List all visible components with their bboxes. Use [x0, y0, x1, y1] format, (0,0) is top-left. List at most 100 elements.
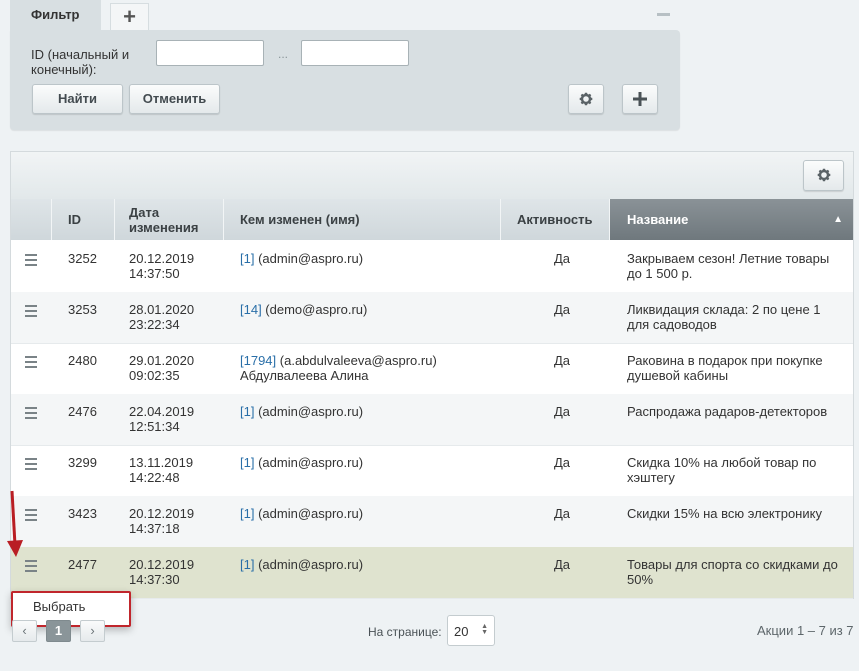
cell-date-time: 14:37:50: [129, 266, 180, 281]
cell-id: 3423: [68, 506, 97, 521]
cell-id: 3299: [68, 455, 97, 470]
cell-active: Да: [554, 404, 571, 419]
column-header-name[interactable]: Название ▲: [610, 199, 853, 240]
user-name: Абдулвалеева Алина: [240, 368, 369, 383]
user-email: (demo@aspro.ru): [261, 302, 368, 317]
column-header-modified-by[interactable]: Кем изменен (имя): [224, 199, 501, 240]
cancel-button[interactable]: Отменить: [129, 84, 220, 114]
cell-date-time: 14:37:30: [129, 572, 180, 587]
cell-id: 2480: [68, 353, 97, 368]
cell-date: 13.11.2019 14:22:48: [129, 455, 193, 485]
user-link[interactable]: [1]: [240, 455, 254, 470]
cell-date-time: 14:37:18: [129, 521, 180, 536]
user-link[interactable]: [1]: [240, 557, 254, 572]
column-header-id[interactable]: ID: [52, 199, 115, 240]
tab-filter[interactable]: Фильтр: [10, 0, 101, 30]
gear-icon: [579, 92, 593, 106]
cell-active: Да: [554, 557, 571, 572]
red-arrow-icon: [7, 490, 23, 557]
cell-active: Да: [554, 302, 571, 317]
column-header-actions: [11, 199, 52, 240]
id-from-input[interactable]: [156, 40, 264, 66]
column-header-date[interactable]: Дата изменения: [115, 199, 224, 240]
cell-modified-by: [1] (admin@aspro.ru): [240, 455, 500, 470]
add-filter-field-button[interactable]: [622, 84, 658, 114]
cell-date-time: 09:02:35: [129, 368, 180, 383]
chevron-right-icon: ›: [90, 623, 95, 638]
cell-id: 2477: [68, 557, 97, 572]
cell-date-day: 20.12.2019: [129, 506, 195, 521]
cell-date-time: 12:51:34: [129, 419, 180, 434]
row-menu-icon[interactable]: [25, 305, 37, 320]
cell-modified-by: [1] (admin@aspro.ru): [240, 404, 500, 419]
cell-date: 20.12.2019 14:37:50: [129, 251, 194, 281]
cell-date-day: 29.01.2020: [129, 353, 195, 368]
cell-modified-by: [14] (demo@aspro.ru): [240, 302, 500, 317]
table-row[interactable]: 3253 28.01.2020 23:22:34 [14] (demo@aspro.r…: [11, 292, 853, 344]
user-link[interactable]: [1]: [240, 251, 254, 266]
cell-modified-by: [1] (admin@aspro.ru): [240, 506, 500, 521]
user-email: (admin@aspro.ru): [254, 557, 364, 572]
row-menu-icon[interactable]: [25, 254, 37, 269]
row-menu-icon[interactable]: [25, 509, 37, 524]
cell-active: Да: [554, 251, 571, 266]
cell-active: Да: [554, 353, 571, 368]
user-link[interactable]: [1]: [240, 506, 254, 521]
current-page[interactable]: 1: [46, 620, 71, 642]
cell-name: Скидки 15% на всю электронику: [627, 506, 822, 521]
minimize-filter-button[interactable]: [657, 13, 670, 16]
user-email: (admin@aspro.ru): [254, 251, 364, 266]
cell-date-day: 22.04.2019: [129, 404, 195, 419]
add-filter-tab-button[interactable]: +: [110, 3, 149, 30]
table-row[interactable]: 3423 20.12.2019 14:37:18 [1] (admin@aspro.r…: [11, 496, 853, 548]
per-page-select[interactable]: 20 ▲ ▼: [447, 615, 495, 646]
user-link[interactable]: [14]: [240, 302, 262, 317]
list-container: ID Дата изменения Кем изменен (имя) Акти…: [10, 151, 854, 599]
gear-icon: [817, 168, 830, 182]
cell-name: Раковина в подарок при покупке душевой к…: [627, 353, 823, 383]
column-header-active[interactable]: Активность: [501, 199, 610, 240]
find-button[interactable]: Найти: [32, 84, 123, 114]
context-menu-select-item[interactable]: Выбрать: [33, 599, 85, 614]
user-email: (admin@aspro.ru): [254, 506, 364, 521]
cell-id: 3253: [68, 302, 97, 317]
cell-id: 2476: [68, 404, 97, 419]
cell-date: 22.04.2019 12:51:34: [129, 404, 194, 434]
row-menu-icon[interactable]: [25, 407, 37, 422]
cell-active: Да: [554, 455, 571, 470]
table-row[interactable]: 2476 22.04.2019 12:51:34 [1] (admin@aspro.r…: [11, 394, 853, 446]
sort-ascending-icon: ▲: [833, 214, 843, 225]
next-page-button[interactable]: ›: [80, 620, 105, 642]
cell-modified-by: [1] (admin@aspro.ru): [240, 557, 500, 572]
table-row[interactable]: 2477 20.12.2019 14:37:30 [1] (admin@aspro.r…: [11, 547, 853, 599]
select-arrows-icon: ▲ ▼: [481, 623, 488, 636]
cell-name: Товары для спорта со скидками до 50%: [627, 557, 838, 587]
user-email: (a.abdulvaleeva@aspro.ru): [276, 353, 437, 368]
cell-name: Распродажа радаров-детекторов: [627, 404, 828, 419]
cell-name: Ликвидация склада: 2 по цене 1 для садов…: [627, 302, 821, 332]
plus-icon: [633, 92, 647, 106]
prev-page-button[interactable]: ‹: [12, 620, 37, 642]
row-menu-icon[interactable]: [25, 560, 37, 575]
table-row[interactable]: 2480 29.01.2020 09:02:35 [1794] (a.abdulval…: [11, 343, 853, 395]
user-email: (admin@aspro.ru): [254, 404, 364, 419]
cell-date: 29.01.2020 09:02:35: [129, 353, 194, 383]
table-row[interactable]: 3299 13.11.2019 14:22:48 [1] (admin@aspro.r…: [11, 445, 853, 497]
cell-date-day: 20.12.2019: [129, 557, 195, 572]
row-menu-icon[interactable]: [25, 356, 37, 371]
id-range-separator: ...: [278, 47, 289, 61]
list-settings-button[interactable]: [803, 160, 844, 191]
table-row[interactable]: 3252 20.12.2019 14:37:50 [1] (admin@aspro.r…: [11, 241, 853, 293]
id-to-input[interactable]: [301, 40, 409, 66]
user-link[interactable]: [1]: [240, 404, 254, 419]
cell-date-time: 23:22:34: [129, 317, 180, 332]
per-page-value: 20: [454, 624, 469, 639]
list-toolbar: [11, 152, 853, 200]
row-menu-icon[interactable]: [25, 458, 37, 473]
total-count: Акции 1 – 7 из 7: [757, 623, 854, 638]
chevron-left-icon: ‹: [22, 623, 27, 638]
cell-date-day: 28.01.2020: [129, 302, 195, 317]
filter-settings-button[interactable]: [568, 84, 604, 114]
user-link[interactable]: [1794]: [240, 353, 276, 368]
cell-date-day: 13.11.2019: [129, 455, 194, 470]
